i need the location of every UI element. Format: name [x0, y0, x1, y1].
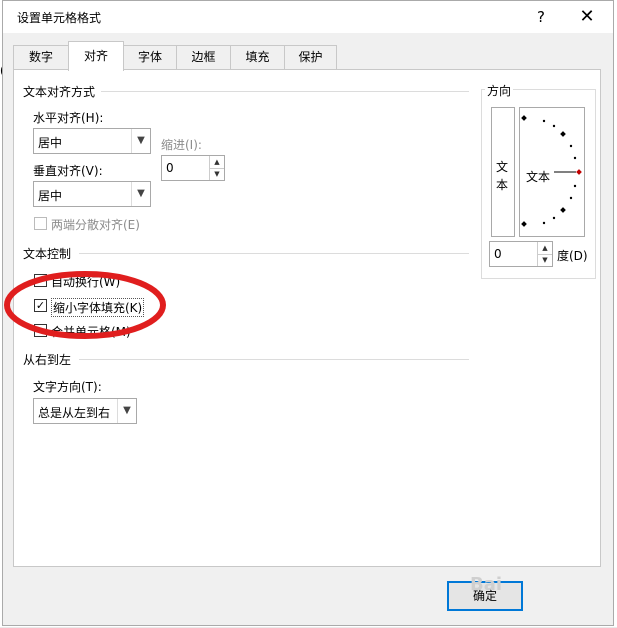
chevron-down-icon[interactable]: ▼ [131, 129, 150, 153]
degrees-value: 0 [494, 247, 502, 261]
tab-protection[interactable]: 保护 [284, 45, 337, 69]
indent-value: 0 [166, 161, 174, 175]
tab-fill[interactable]: 填充 [230, 45, 285, 69]
orientation-dial[interactable]: 文本 [519, 107, 585, 237]
wrap-text-label: 自动换行(W) [51, 275, 121, 289]
text-direction-select[interactable]: 总是从左到右 ▼ [33, 398, 137, 424]
vertical-align-label: 垂直对齐(V): [33, 164, 103, 178]
justify-distributed-checkbox[interactable] [34, 217, 47, 230]
right-to-left-section-title: 从右到左 [23, 353, 72, 367]
degrees-stepper[interactable]: 0 ▲ ▼ [489, 241, 553, 267]
chevron-down-icon[interactable]: ▼ [117, 399, 136, 423]
wrap-text-checkbox[interactable] [34, 274, 47, 287]
indent-label: 缩进(I): [161, 138, 202, 152]
text-alignment-section-title: 文本对齐方式 [23, 85, 96, 99]
watermark: Bai [470, 574, 503, 595]
spin-down-icon[interactable]: ▼ [537, 254, 552, 266]
tab-alignment[interactable]: 对齐 [68, 41, 124, 71]
section-divider [79, 359, 469, 360]
merge-cells-checkbox[interactable] [34, 324, 47, 337]
tab-border[interactable]: 边框 [176, 45, 231, 69]
tab-number[interactable]: 数字 [13, 45, 69, 69]
text-direction-value: 总是从左到右 [38, 406, 111, 420]
dialog-title: 设置单元格格式 [17, 11, 102, 25]
shrink-to-fit-label: 缩小字体填充(K) [51, 298, 145, 317]
format-cells-dialog: 设置单元格格式 ? ✕ 数字 对齐 字体 边框 填充 保护 文本对齐方式 水平对… [2, 0, 614, 626]
horizontal-align-value: 居中 [38, 136, 63, 150]
orientation-section-title: 方向 [485, 82, 514, 99]
section-divider [79, 253, 469, 254]
horizontal-align-select[interactable]: 居中 ▼ [33, 128, 151, 154]
vertical-align-select[interactable]: 居中 ▼ [33, 181, 151, 207]
spin-down-icon[interactable]: ▼ [209, 168, 224, 180]
justify-distributed-label: 两端分散对齐(E) [51, 218, 140, 232]
help-button[interactable]: ? [523, 5, 559, 29]
indent-stepper[interactable]: 0 ▲ ▼ [161, 155, 225, 181]
degrees-label: 度(D) [557, 249, 588, 263]
vertical-text-char: 本 [496, 178, 509, 192]
chevron-down-icon[interactable]: ▼ [131, 182, 150, 206]
vertical-text-char: 文 [496, 160, 509, 174]
shrink-to-fit-checkbox[interactable]: ✓ [34, 299, 47, 312]
dial-text: 文本 [526, 170, 551, 184]
section-divider [101, 91, 469, 92]
vertical-text-toggle[interactable]: 文 本 [491, 107, 515, 237]
text-control-section-title: 文本控制 [23, 247, 72, 261]
horizontal-align-label: 水平对齐(H): [33, 111, 104, 125]
title-bar[interactable]: 设置单元格格式 ? ✕ [3, 1, 613, 33]
text-direction-label: 文字方向(T): [33, 380, 102, 394]
vertical-align-value: 居中 [38, 189, 63, 203]
tab-font[interactable]: 字体 [123, 45, 177, 69]
merge-cells-label: 合并单元格(M) [51, 325, 131, 339]
close-button[interactable]: ✕ [569, 5, 605, 29]
